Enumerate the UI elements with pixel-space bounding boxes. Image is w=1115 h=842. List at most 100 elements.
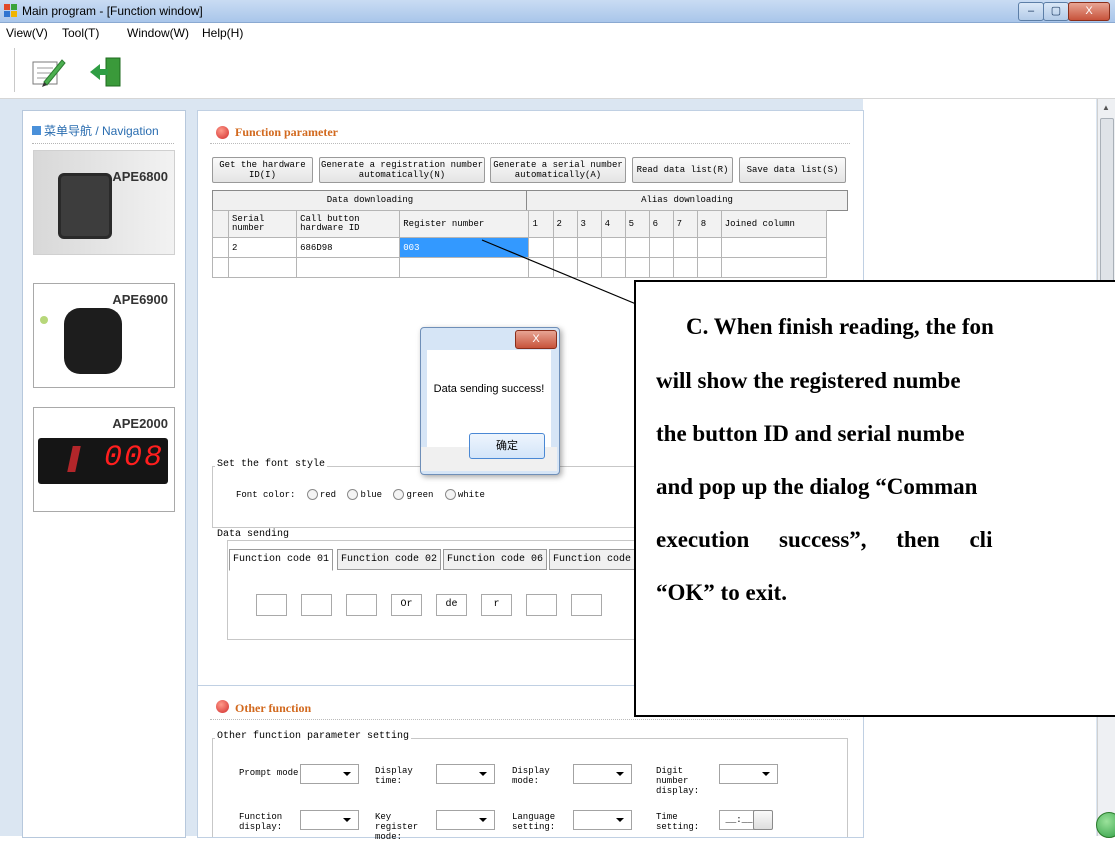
read-data-list-button[interactable]: Read data list(R)	[632, 157, 733, 183]
band-data-downloading: Data downloading	[212, 190, 528, 211]
col-alias-3[interactable]: 3	[576, 210, 602, 238]
cell-alias[interactable]	[600, 257, 626, 278]
col-alias-5[interactable]: 5	[624, 210, 650, 238]
radio-blue[interactable]	[347, 489, 359, 500]
title-bar: Main program - [Function window] – ▢ X	[0, 0, 1115, 23]
exit-icon[interactable]	[88, 56, 124, 88]
key-register-select[interactable]	[436, 810, 495, 830]
chevron-down-icon	[343, 818, 351, 822]
language-select[interactable]	[573, 810, 632, 830]
chevron-down-icon	[479, 772, 487, 776]
menu-tool[interactable]: Tool(T)	[62, 26, 99, 40]
minimize-button[interactable]: –	[1018, 2, 1044, 21]
get-hardware-id-button[interactable]: Get the hardware ID(I)	[212, 157, 313, 183]
cell-alias[interactable]	[696, 257, 722, 278]
callout-line-3: the button ID and serial numbe	[656, 421, 965, 446]
cell-alias[interactable]	[576, 257, 602, 278]
tab-function-code-more[interactable]: Function code	[549, 549, 639, 570]
send-box-7[interactable]	[526, 594, 557, 616]
cell-alias[interactable]	[672, 237, 698, 258]
scrollbar-thumb[interactable]	[1100, 118, 1114, 290]
cell-alias[interactable]	[552, 257, 578, 278]
time-spin-button[interactable]	[753, 810, 773, 830]
table-row[interactable]: 2 686D98 003	[211, 237, 828, 258]
cell-alias[interactable]	[528, 237, 554, 258]
col-alias-7[interactable]: 7	[672, 210, 698, 238]
radio-red[interactable]	[306, 489, 318, 500]
close-button[interactable]: X	[1068, 2, 1110, 21]
scroll-up-icon[interactable]: ▲	[1102, 103, 1110, 112]
row-header-corner	[211, 210, 230, 238]
cell-alias[interactable]	[600, 237, 626, 258]
nav-card-ape6900[interactable]: APE6900	[33, 283, 175, 388]
send-box-8[interactable]	[571, 594, 602, 616]
cell-alias[interactable]	[528, 257, 554, 278]
save-data-list-button[interactable]: Save data list(S)	[739, 157, 846, 183]
menu-view[interactable]: View(V)	[6, 26, 48, 40]
send-box-6[interactable]: r	[481, 594, 512, 616]
cell-hardware-id[interactable]: 686D98	[296, 237, 401, 258]
cell-alias[interactable]	[624, 237, 650, 258]
display-time-select[interactable]	[436, 764, 495, 784]
col-alias-4[interactable]: 4	[600, 210, 626, 238]
col-serial-number[interactable]: Serial number	[228, 210, 298, 238]
radio-red-label[interactable]: red	[320, 490, 336, 500]
navigation-title: 菜单导航 / Navigation	[32, 122, 159, 139]
toolbar-grip	[14, 48, 15, 92]
generate-serial-button[interactable]: Generate a serial number automatically(A…	[490, 157, 626, 183]
cell-alias[interactable]	[696, 237, 722, 258]
function-display-select[interactable]	[300, 810, 359, 830]
tab-function-code-02[interactable]: Function code 02	[337, 549, 442, 570]
cell-alias[interactable]	[648, 257, 674, 278]
status-badge-icon[interactable]	[1096, 812, 1115, 838]
send-box-2[interactable]	[301, 594, 332, 616]
send-box-3[interactable]	[346, 594, 377, 616]
send-box-5[interactable]: de	[436, 594, 467, 616]
col-alias-6[interactable]: 6	[648, 210, 674, 238]
radio-green[interactable]	[393, 489, 405, 500]
radio-blue-label[interactable]: blue	[360, 490, 382, 500]
row-header[interactable]	[211, 257, 230, 278]
cell-hardware-id[interactable]	[296, 257, 401, 278]
cell-joined[interactable]	[720, 257, 828, 278]
cell-alias[interactable]	[648, 237, 674, 258]
col-alias-8[interactable]: 8	[696, 210, 722, 238]
nav-card-ape2000[interactable]: APE2000 008	[33, 407, 175, 512]
tab-function-code-01[interactable]: Function code 01	[229, 549, 334, 571]
nav-card-ape6800[interactable]: APE6800	[33, 150, 175, 255]
dialog-ok-button[interactable]: 确定	[469, 433, 545, 459]
row-header[interactable]	[211, 237, 230, 258]
col-register-number[interactable]: Register number	[399, 210, 530, 238]
radio-white-label[interactable]: white	[458, 490, 485, 500]
menu-window[interactable]: Window(W)	[127, 26, 189, 40]
menu-help[interactable]: Help(H)	[202, 26, 243, 40]
maximize-button[interactable]: ▢	[1043, 2, 1069, 21]
dialog-close-button[interactable]: X	[515, 330, 557, 349]
cell-alias[interactable]	[576, 237, 602, 258]
col-alias-1[interactable]: 1	[528, 210, 554, 238]
cell-joined[interactable]	[720, 237, 828, 258]
toolbar	[0, 44, 1115, 99]
display-mode-select[interactable]	[573, 764, 632, 784]
table-row[interactable]	[211, 257, 828, 278]
cell-register-number[interactable]: 003	[399, 237, 530, 258]
col-hardware-id[interactable]: Call button hardware ID	[296, 210, 401, 238]
cell-serial[interactable]: 2	[228, 237, 298, 258]
prompt-mode-select[interactable]	[300, 764, 359, 784]
cell-alias[interactable]	[624, 257, 650, 278]
radio-white[interactable]	[444, 489, 456, 500]
cell-serial[interactable]	[228, 257, 298, 278]
cell-register-number[interactable]	[399, 257, 530, 278]
col-joined-column[interactable]: Joined column	[720, 210, 828, 238]
radio-green-label[interactable]: green	[406, 490, 433, 500]
digit-number-select[interactable]	[719, 764, 778, 784]
cell-alias[interactable]	[552, 237, 578, 258]
col-alias-2[interactable]: 2	[552, 210, 578, 238]
tab-function-code-06[interactable]: Function code 06	[443, 549, 548, 570]
generate-registration-button[interactable]: Generate a registration number automatic…	[319, 157, 485, 183]
cell-alias[interactable]	[672, 257, 698, 278]
send-box-4[interactable]: Or	[391, 594, 422, 616]
edit-icon[interactable]	[30, 54, 66, 88]
send-box-1[interactable]	[256, 594, 287, 616]
decor-dot	[40, 316, 48, 324]
